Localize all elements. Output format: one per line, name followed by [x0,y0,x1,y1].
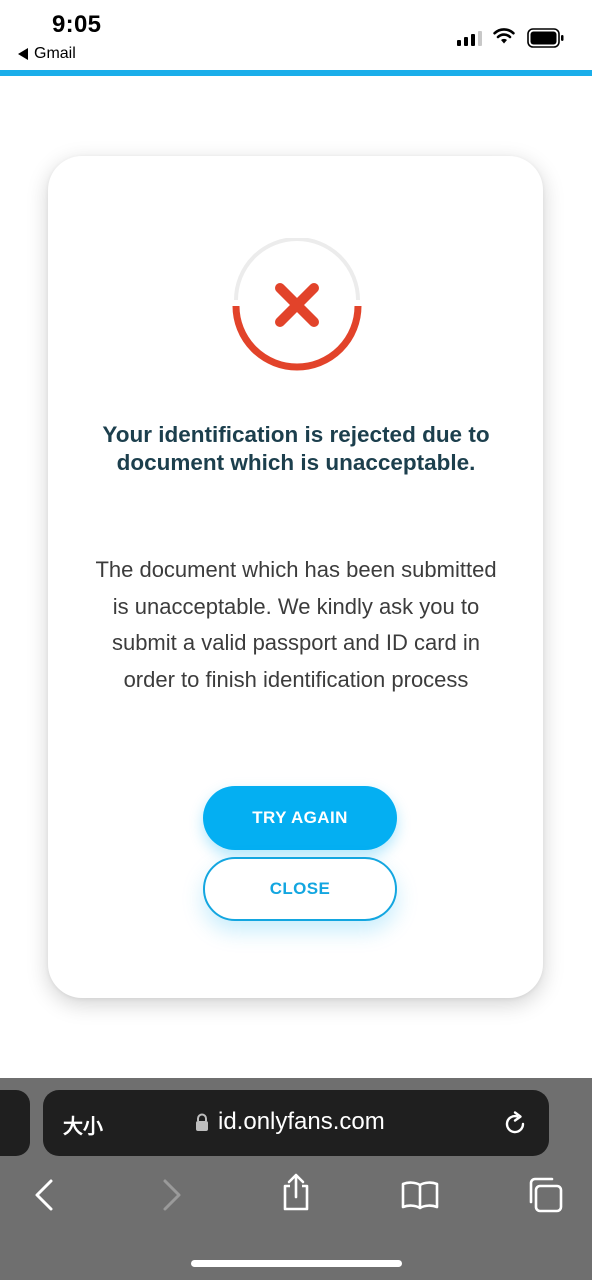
text-size-button[interactable]: 大小 [63,1110,103,1139]
back-to-app-link[interactable]: Gmail [18,45,76,63]
rejection-title: Your identification is rejected due to d… [102,422,490,475]
reload-icon[interactable] [501,1110,529,1138]
back-app-label: Gmail [34,45,76,62]
forward-icon[interactable] [160,1178,184,1212]
status-bar: 9:05 Gmail [0,0,592,70]
previous-tab-peek[interactable] [0,1090,30,1156]
wifi-icon [493,28,515,44]
share-icon[interactable] [280,1172,312,1212]
home-indicator [191,1260,402,1267]
address-bar[interactable]: 大小 id.onlyfans.com [43,1090,549,1156]
battery-icon [527,28,564,48]
rejection-message: The document which has been submitted is… [95,557,497,692]
url-display[interactable]: id.onlyfans.com [195,1108,385,1136]
accent-divider [0,70,592,76]
tabs-icon[interactable] [526,1176,564,1214]
back-icon[interactable] [32,1178,56,1212]
rejection-dialog: Your identification is rejected due to d… [48,156,543,998]
lock-icon [196,1113,208,1131]
close-button[interactable]: CLOSE [203,857,397,921]
try-again-button[interactable]: TRY AGAIN [203,786,397,850]
back-caret-icon [18,48,28,60]
url-text: id.onlyfans.com [218,1108,385,1135]
browser-bottom-bar: 大小 id.onlyfans.com [0,1078,592,1280]
status-time: 9:05 [52,11,102,38]
bookmarks-icon[interactable] [400,1180,440,1210]
cellular-signal-icon [457,30,482,46]
rejected-x-icon [232,238,362,371]
